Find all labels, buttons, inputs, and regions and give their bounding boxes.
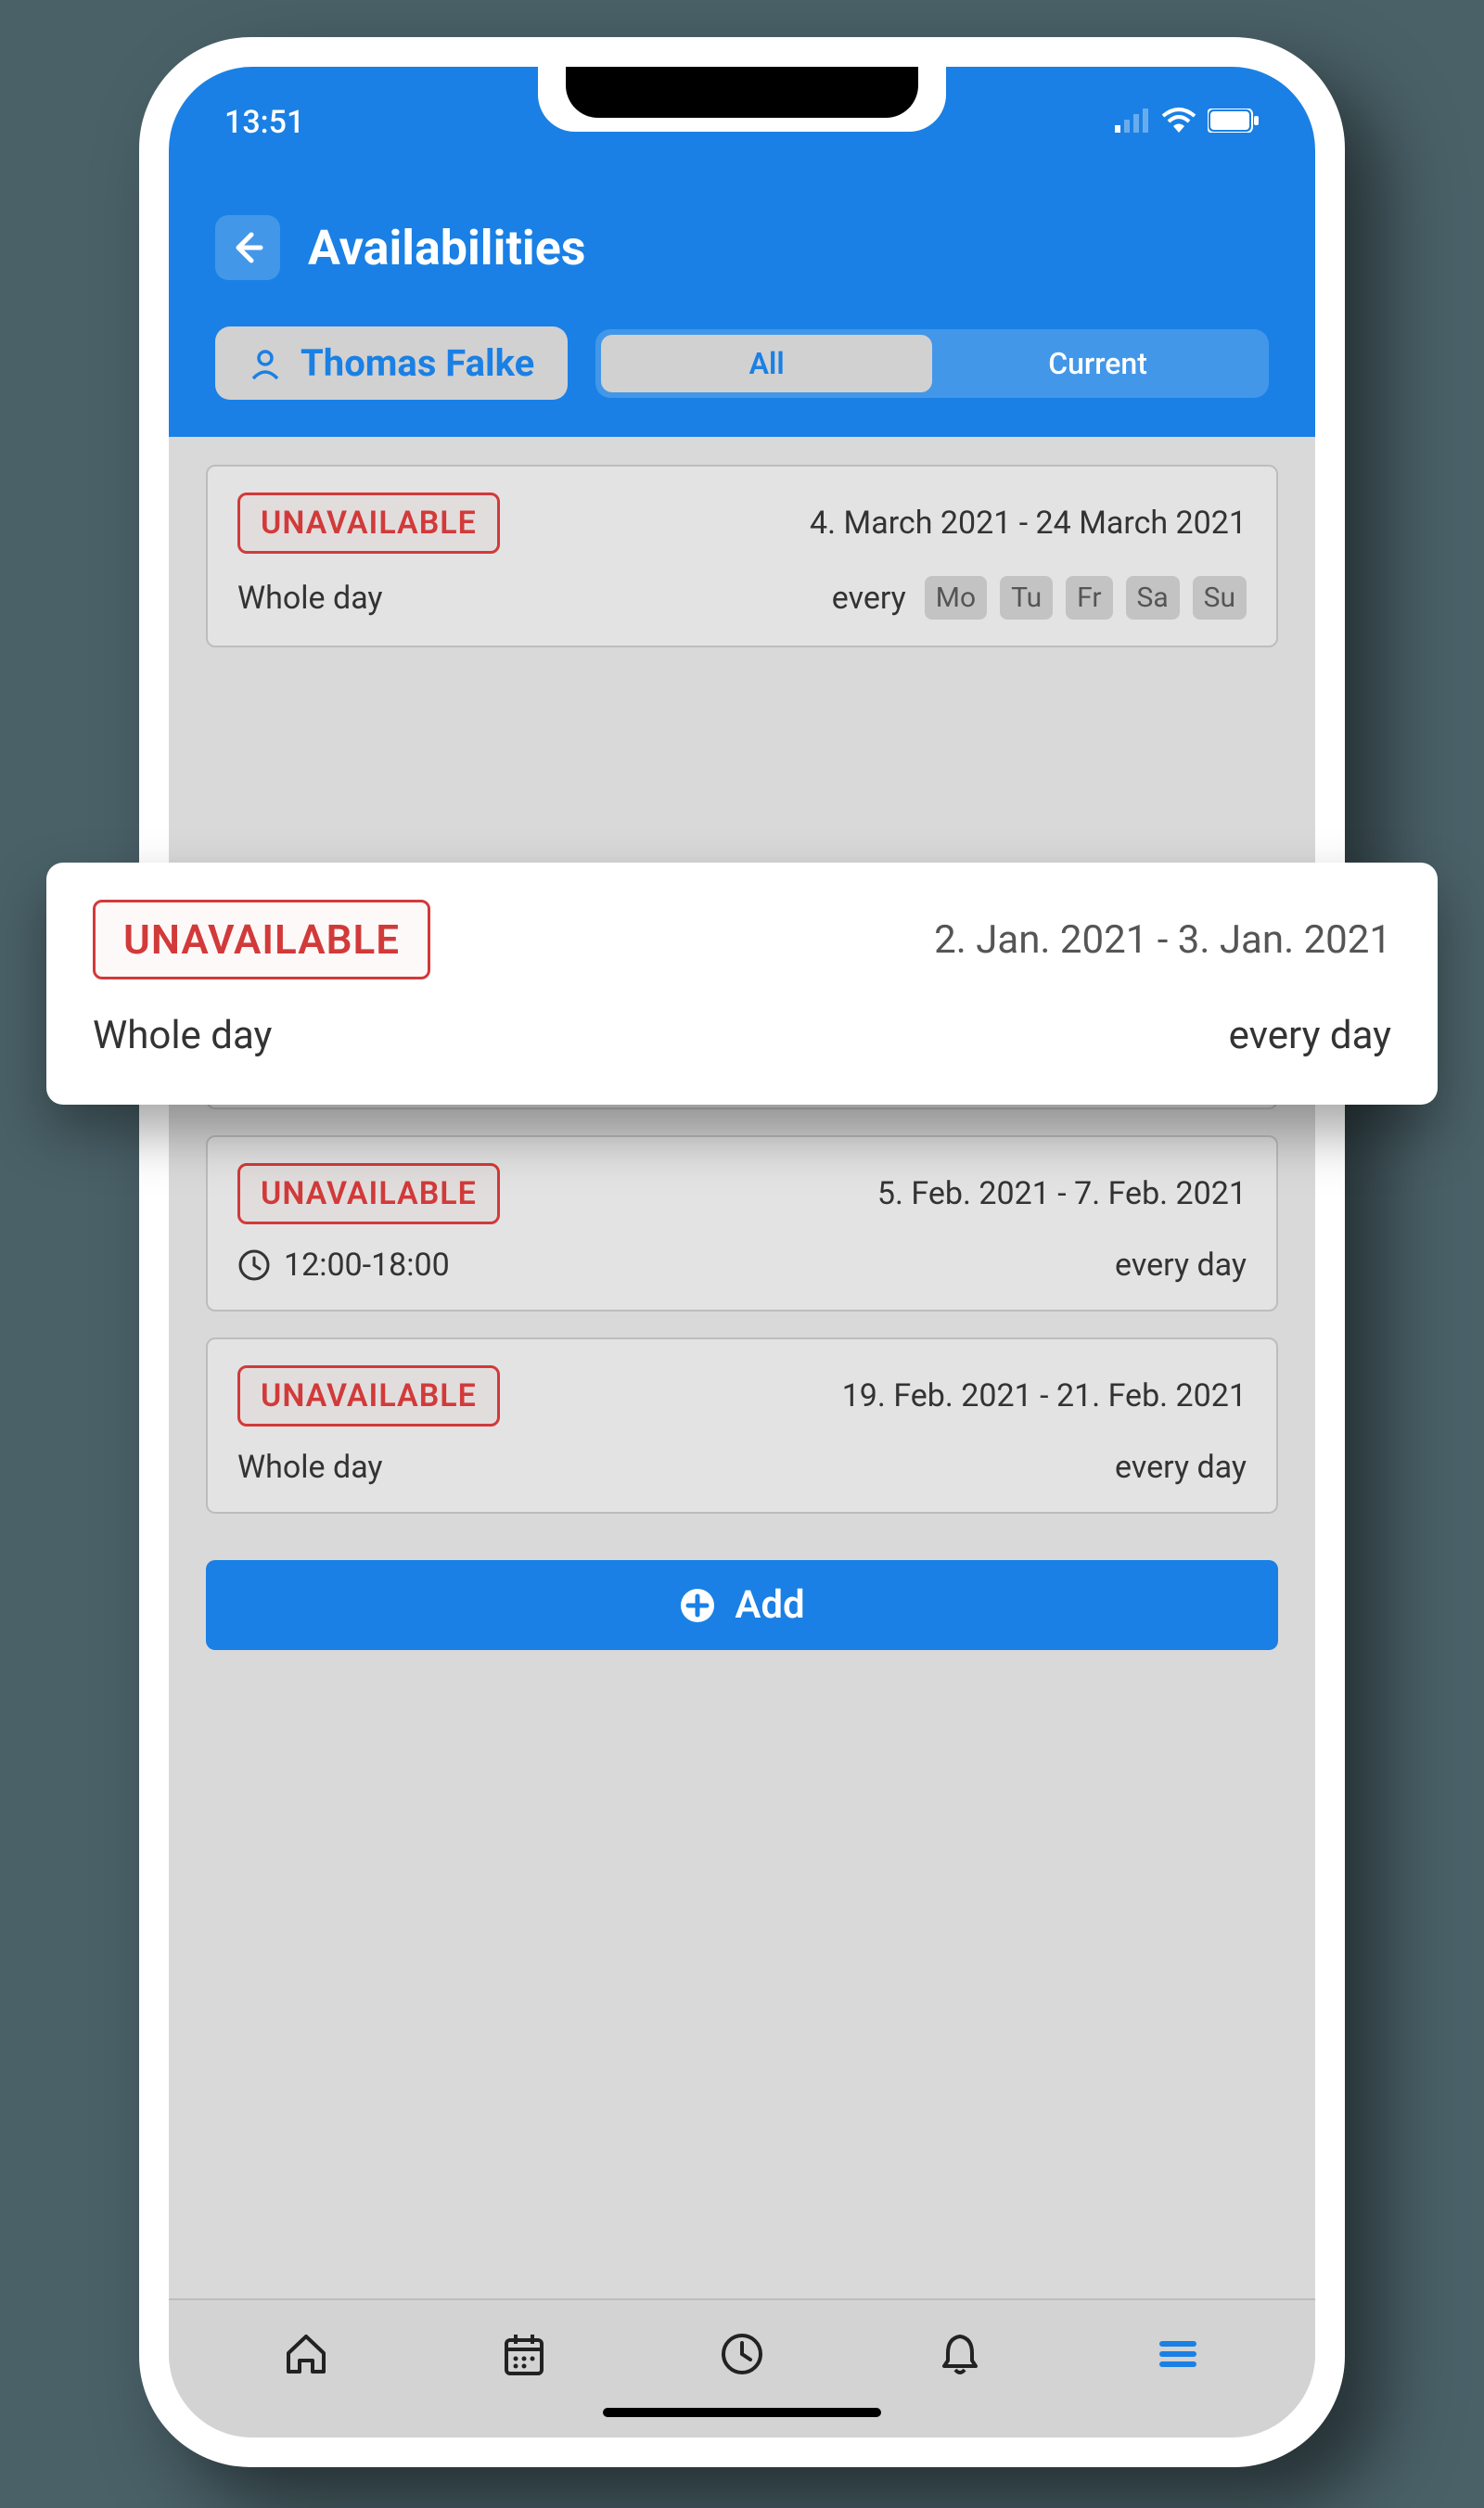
- availability-card[interactable]: UNAVAILABLE 5. Feb. 2021 - 7. Feb. 2021 …: [206, 1135, 1278, 1312]
- bell-icon: [935, 2329, 985, 2379]
- tab-clock[interactable]: [714, 2326, 770, 2382]
- day-chips: every Mo Tu Fr Sa Su: [832, 576, 1247, 620]
- card-repeat: every day: [1229, 1013, 1391, 1058]
- card-date: 2. Jan. 2021 - 3. Jan. 2021: [934, 917, 1391, 963]
- card-repeat: every day: [1115, 1247, 1247, 1284]
- signal-icon: [1115, 104, 1150, 141]
- day-chip: Fr: [1066, 576, 1112, 620]
- availability-card-highlighted[interactable]: UNAVAILABLE 2. Jan. 2021 - 3. Jan. 2021 …: [46, 863, 1438, 1105]
- card-date: 5. Feb. 2021 - 7. Feb. 2021: [877, 1175, 1247, 1212]
- filter-row: Thomas Falke All Current: [215, 326, 1269, 400]
- add-button-label: Add: [735, 1582, 804, 1628]
- notch: [538, 67, 946, 132]
- segment-current[interactable]: Current: [932, 335, 1263, 392]
- home-indicator[interactable]: [603, 2408, 881, 2417]
- tab-calendar[interactable]: [496, 2326, 552, 2382]
- wifi-icon: [1161, 104, 1196, 141]
- status-icons: [1115, 104, 1260, 141]
- card-date: 4. March 2021 - 24 March 2021: [810, 505, 1247, 542]
- user-name: Thomas Falke: [301, 341, 534, 385]
- card-time: Whole day: [237, 1449, 383, 1486]
- availability-card[interactable]: UNAVAILABLE 19. Feb. 2021 - 21. Feb. 202…: [206, 1337, 1278, 1514]
- card-time: Whole day: [237, 580, 383, 617]
- card-time: 12:00-18:00: [284, 1247, 450, 1284]
- repeat-label: every: [832, 580, 906, 617]
- availability-card[interactable]: UNAVAILABLE 4. March 2021 - 24 March 202…: [206, 465, 1278, 647]
- card-date: 19. Feb. 2021 - 21. Feb. 2021: [842, 1377, 1247, 1414]
- status-badge: UNAVAILABLE: [237, 1365, 500, 1427]
- day-chip: Su: [1193, 576, 1247, 620]
- day-chip: Tu: [1000, 576, 1053, 620]
- menu-icon: [1153, 2329, 1203, 2379]
- card-repeat: every day: [1115, 1449, 1247, 1486]
- day-chip: Sa: [1126, 576, 1180, 620]
- add-button[interactable]: Add: [206, 1560, 1278, 1650]
- status-badge: UNAVAILABLE: [237, 1163, 500, 1224]
- status-time: 13:51: [224, 104, 304, 141]
- clock-icon: [717, 2329, 767, 2379]
- segment-control: All Current: [595, 329, 1269, 398]
- status-badge: UNAVAILABLE: [237, 493, 500, 554]
- tab-home[interactable]: [278, 2326, 334, 2382]
- title-row: Availabilities: [215, 215, 1269, 280]
- card-time-row: 12:00-18:00: [237, 1247, 450, 1284]
- screen: 13:51 Availabilities: [169, 67, 1315, 2438]
- battery-icon: [1208, 104, 1260, 141]
- user-chip[interactable]: Thomas Falke: [215, 326, 568, 400]
- page-title: Availabilities: [308, 220, 585, 276]
- user-icon: [249, 347, 282, 380]
- card-time: Whole day: [93, 1013, 272, 1058]
- segment-all[interactable]: All: [601, 335, 932, 392]
- arrow-left-icon: [229, 229, 266, 266]
- home-icon: [281, 2329, 331, 2379]
- day-chip: Mo: [925, 576, 987, 620]
- tab-menu[interactable]: [1150, 2326, 1206, 2382]
- plus-circle-icon: [679, 1587, 716, 1624]
- phone-frame: 13:51 Availabilities: [139, 37, 1345, 2467]
- clock-icon: [237, 1248, 271, 1282]
- back-button[interactable]: [215, 215, 280, 280]
- status-badge: UNAVAILABLE: [93, 900, 430, 979]
- calendar-icon: [499, 2329, 549, 2379]
- tab-notifications[interactable]: [932, 2326, 988, 2382]
- content: UNAVAILABLE 4. March 2021 - 24 March 202…: [169, 437, 1315, 2298]
